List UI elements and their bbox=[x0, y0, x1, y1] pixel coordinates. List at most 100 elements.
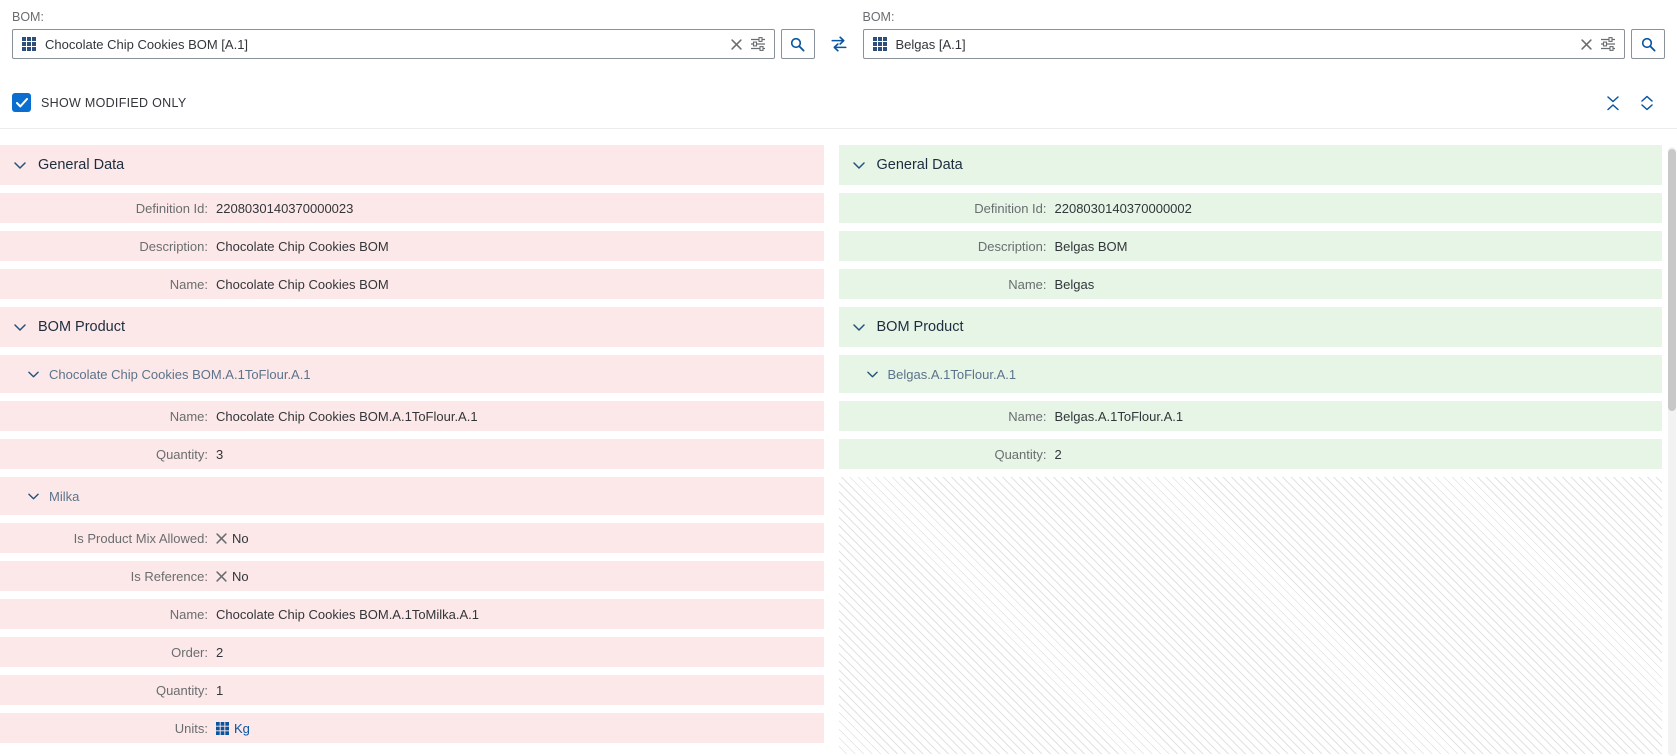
right-bom-field-label: BOM: bbox=[863, 10, 1666, 24]
field-row: Quantity: 2 bbox=[839, 439, 1663, 469]
field-value: Belgas.A.1ToFlour.A.1 bbox=[1055, 409, 1184, 424]
field-value: Kg bbox=[216, 721, 250, 736]
field-row: Quantity: 1 bbox=[0, 675, 824, 705]
field-value: 3 bbox=[216, 447, 223, 462]
units-link[interactable]: Kg bbox=[234, 721, 250, 736]
left-bom-combo[interactable]: Chocolate Chip Cookies BOM [A.1] bbox=[12, 29, 775, 59]
expand-all-button[interactable] bbox=[1639, 95, 1655, 111]
chevron-down-icon bbox=[28, 493, 39, 500]
field-value: Belgas BOM bbox=[1055, 239, 1128, 254]
swap-boms-button[interactable] bbox=[815, 29, 863, 59]
section-title: BOM Product bbox=[38, 319, 125, 335]
search-icon bbox=[1641, 37, 1656, 52]
field-value: 2 bbox=[1055, 447, 1062, 462]
clear-icon[interactable] bbox=[1581, 39, 1592, 50]
chevron-down-icon bbox=[853, 324, 865, 331]
field-row: Name: Chocolate Chip Cookies BOM bbox=[0, 269, 824, 299]
value-help-icon[interactable] bbox=[751, 37, 765, 51]
vertical-scrollbar[interactable] bbox=[1668, 147, 1676, 756]
field-row: Order: 2 bbox=[0, 637, 824, 667]
field-label: Name: bbox=[0, 607, 208, 622]
subsection-title: Chocolate Chip Cookies BOM.A.1ToFlour.A.… bbox=[49, 367, 311, 382]
field-label: Name: bbox=[839, 409, 1047, 424]
field-label: Definition Id: bbox=[839, 201, 1047, 216]
left-bom-field-label: BOM: bbox=[12, 10, 815, 24]
chevron-down-icon bbox=[853, 162, 865, 169]
field-value: Chocolate Chip Cookies BOM.A.1ToMilka.A.… bbox=[216, 607, 479, 622]
field-value: Belgas bbox=[1055, 277, 1095, 292]
bom-selection-bar: BOM: Chocolate Chip Cookies BOM [A.1] BO… bbox=[0, 0, 1677, 59]
field-value: 2208030140370000023 bbox=[216, 201, 353, 216]
section-header-bom-product[interactable]: BOM Product bbox=[839, 307, 1663, 347]
subsection-header-flour[interactable]: Chocolate Chip Cookies BOM.A.1ToFlour.A.… bbox=[0, 355, 824, 393]
subsection-header-milka[interactable]: Milka bbox=[0, 477, 824, 515]
field-value: Chocolate Chip Cookies BOM bbox=[216, 239, 389, 254]
chevron-down-icon bbox=[14, 162, 26, 169]
section-title: General Data bbox=[38, 157, 124, 173]
chevron-down-icon bbox=[28, 371, 39, 378]
right-search-button[interactable] bbox=[1631, 29, 1665, 59]
field-row: Definition Id: 2208030140370000002 bbox=[839, 193, 1663, 223]
field-label: Description: bbox=[839, 239, 1047, 254]
field-label: Quantity: bbox=[839, 447, 1047, 462]
section-header-general-data[interactable]: General Data bbox=[0, 145, 824, 185]
field-row: Is Reference: No bbox=[0, 561, 824, 591]
field-value: Chocolate Chip Cookies BOM.A.1ToFlour.A.… bbox=[216, 409, 478, 424]
field-value: Chocolate Chip Cookies BOM bbox=[216, 277, 389, 292]
check-icon bbox=[16, 98, 28, 108]
decline-icon bbox=[216, 571, 227, 582]
swap-arrows-icon bbox=[830, 35, 848, 53]
compare-controls-row: SHOW MODIFIED ONLY bbox=[0, 93, 1677, 129]
field-label: Description: bbox=[0, 239, 208, 254]
field-label: Quantity: bbox=[0, 447, 208, 462]
missing-content-hatch bbox=[839, 477, 1663, 754]
decline-icon bbox=[216, 533, 227, 544]
subsection-title: Belgas.A.1ToFlour.A.1 bbox=[888, 367, 1017, 382]
value-help-icon[interactable] bbox=[1601, 37, 1615, 51]
field-value: No bbox=[216, 531, 249, 546]
field-label: Name: bbox=[0, 409, 208, 424]
field-row: Is Product Mix Allowed: No bbox=[0, 523, 824, 553]
table-icon bbox=[216, 722, 229, 735]
field-value: No bbox=[216, 569, 249, 584]
left-search-button[interactable] bbox=[781, 29, 815, 59]
table-icon bbox=[873, 37, 887, 51]
field-label: Name: bbox=[0, 277, 208, 292]
field-value: 2 bbox=[216, 645, 223, 660]
scrollbar-thumb[interactable] bbox=[1668, 149, 1676, 411]
field-label: Is Reference: bbox=[0, 569, 208, 584]
section-header-bom-product[interactable]: BOM Product bbox=[0, 307, 824, 347]
field-label: Definition Id: bbox=[0, 201, 208, 216]
chevron-down-icon bbox=[867, 371, 878, 378]
right-bom-combo[interactable]: Belgas [A.1] bbox=[863, 29, 1626, 59]
right-bom-selector: BOM: Belgas [A.1] bbox=[863, 10, 1666, 59]
field-row: Quantity: 3 bbox=[0, 439, 824, 469]
field-row: Definition Id: 2208030140370000023 bbox=[0, 193, 824, 223]
show-modified-only-checkbox[interactable] bbox=[12, 93, 31, 112]
field-label: Quantity: bbox=[0, 683, 208, 698]
section-title: BOM Product bbox=[877, 319, 964, 335]
section-header-general-data[interactable]: General Data bbox=[839, 145, 1663, 185]
expand-all-icon bbox=[1639, 95, 1655, 111]
clear-icon[interactable] bbox=[731, 39, 742, 50]
collapse-all-button[interactable] bbox=[1605, 95, 1621, 111]
field-row: Name: Chocolate Chip Cookies BOM.A.1ToFl… bbox=[0, 401, 824, 431]
field-row: Name: Belgas.A.1ToFlour.A.1 bbox=[839, 401, 1663, 431]
right-bom-value: Belgas [A.1] bbox=[896, 37, 1573, 52]
field-value-text: No bbox=[232, 531, 249, 546]
field-row: Name: Belgas bbox=[839, 269, 1663, 299]
show-modified-only-label[interactable]: SHOW MODIFIED ONLY bbox=[41, 96, 186, 110]
section-title: General Data bbox=[877, 157, 963, 173]
field-value: 1 bbox=[216, 683, 223, 698]
left-bom-value: Chocolate Chip Cookies BOM [A.1] bbox=[45, 37, 722, 52]
left-compare-panel: General Data Definition Id: 220803014037… bbox=[0, 145, 824, 754]
field-label: Order: bbox=[0, 645, 208, 660]
field-value-text: No bbox=[232, 569, 249, 584]
field-row: Description: Chocolate Chip Cookies BOM bbox=[0, 231, 824, 261]
collapse-all-icon bbox=[1605, 95, 1621, 111]
right-compare-panel: General Data Definition Id: 220803014037… bbox=[839, 145, 1663, 754]
subsection-header-flour[interactable]: Belgas.A.1ToFlour.A.1 bbox=[839, 355, 1663, 393]
field-row: Description: Belgas BOM bbox=[839, 231, 1663, 261]
table-icon bbox=[22, 37, 36, 51]
field-value: 2208030140370000002 bbox=[1055, 201, 1192, 216]
